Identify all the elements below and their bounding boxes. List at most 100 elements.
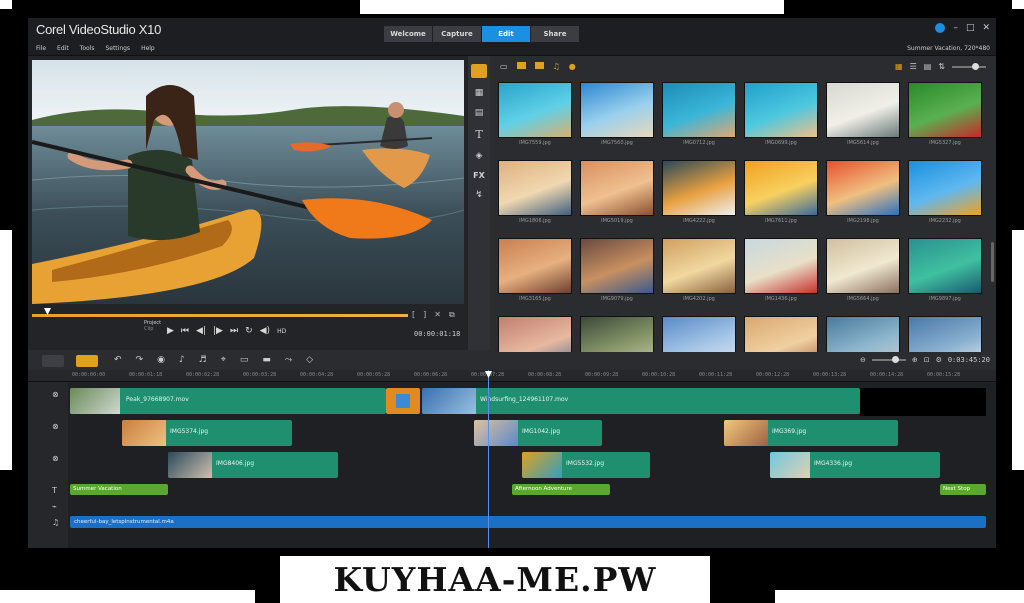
media-thumbnail[interactable]: IMG1806.jpg bbox=[498, 160, 572, 224]
menu-settings[interactable]: Settings bbox=[105, 45, 130, 52]
volume-icon[interactable]: ◀) bbox=[260, 326, 270, 336]
media-thumbnail[interactable]: IMG5664.jpg bbox=[826, 238, 900, 302]
tab-welcome[interactable]: Welcome bbox=[384, 26, 432, 42]
music-track-icon[interactable]: ♫ bbox=[52, 518, 59, 527]
media-thumbnail[interactable]: IMG5327.jpg bbox=[908, 82, 982, 146]
list-view-icon[interactable]: ☰ bbox=[910, 62, 917, 71]
transition-icon[interactable]: ▤ bbox=[475, 108, 484, 118]
settings-icon[interactable]: ⚙ bbox=[936, 356, 942, 364]
motion-tracking-icon[interactable]: ⌖ bbox=[221, 355, 226, 365]
undo-icon[interactable]: ↶ bbox=[114, 355, 122, 365]
media-thumbnail[interactable]: IMG9079.jpg bbox=[580, 238, 654, 302]
path-icon[interactable]: ↯ bbox=[475, 190, 483, 200]
menu-help[interactable]: Help bbox=[141, 45, 155, 52]
voice-track-icon[interactable]: ⌁ bbox=[52, 502, 57, 511]
home-icon[interactable]: ⏮ bbox=[181, 326, 189, 336]
overlay-clip[interactable]: IMG1042.jpg bbox=[474, 420, 602, 446]
graphic-icon[interactable]: ◈ bbox=[476, 151, 483, 161]
mark-in-icon[interactable]: [ bbox=[412, 310, 415, 320]
timecode-display[interactable]: 00:00:01:18 bbox=[414, 330, 460, 338]
media-thumbnail[interactable]: IMG4202.jpg bbox=[662, 238, 736, 302]
repeat-icon[interactable]: ↻ bbox=[245, 326, 253, 336]
timeline-playhead[interactable] bbox=[488, 370, 489, 548]
title-clip[interactable]: Afternoon Adventure bbox=[512, 484, 610, 495]
play-icon[interactable]: ▶ bbox=[167, 326, 174, 336]
media-thumbnail[interactable]: IMG7559.jpg bbox=[498, 82, 572, 146]
tab-edit[interactable]: Edit bbox=[482, 26, 530, 42]
subtitle-editor-icon[interactable]: ▭ bbox=[240, 355, 249, 365]
show-photos-icon[interactable] bbox=[534, 62, 544, 69]
media-thumbnail[interactable]: IMG0712.jpg bbox=[662, 82, 736, 146]
menu-tools[interactable]: Tools bbox=[80, 45, 95, 52]
overlay-track-2-icon[interactable]: ⊗ bbox=[52, 454, 59, 463]
video-clip[interactable]: Peak_97668907.mov bbox=[70, 388, 386, 414]
enlarge-icon[interactable]: ⧉ bbox=[449, 310, 455, 320]
folder-icon[interactable]: ▭ bbox=[500, 62, 508, 71]
hd-icon[interactable]: HD bbox=[277, 328, 286, 335]
media-thumbnail[interactable]: IMG0699.jpg bbox=[744, 82, 818, 146]
overlay-clip[interactable]: IMG4336.jpg bbox=[770, 452, 940, 478]
zoom-in-icon[interactable]: ⊕ bbox=[912, 356, 918, 364]
time-remapping-icon[interactable]: ⤳ bbox=[285, 355, 292, 365]
end-icon[interactable]: ⏭ bbox=[230, 326, 238, 336]
preview-window[interactable] bbox=[32, 60, 464, 304]
prev-frame-icon[interactable]: ◀| bbox=[196, 326, 206, 336]
menu-file[interactable]: File bbox=[36, 45, 46, 52]
timeline-view-button[interactable] bbox=[76, 355, 98, 367]
media-thumbnail[interactable]: IMG2198.jpg bbox=[826, 160, 900, 224]
show-videos-icon[interactable] bbox=[516, 62, 526, 69]
media-thumbnail[interactable]: IMG7611.jpg bbox=[744, 160, 818, 224]
multi-camera-icon[interactable]: ▬ bbox=[262, 355, 271, 365]
sort-icon[interactable]: ⇅ bbox=[938, 62, 945, 71]
mask-creator-icon[interactable]: ◇ bbox=[306, 355, 313, 365]
title-clip[interactable]: Next Stop bbox=[940, 484, 986, 495]
overlay-clip[interactable]: IMG8406.jpg bbox=[168, 452, 338, 478]
show-audio-icon[interactable]: ♫ bbox=[553, 62, 560, 71]
preview-scrub-bar[interactable] bbox=[32, 308, 408, 317]
thumbnail-view-icon[interactable]: ▦ bbox=[895, 62, 903, 71]
music-clip[interactable]: cheerful-bay_letspinstrumental.m4a bbox=[70, 516, 986, 528]
fx-icon[interactable]: FX bbox=[473, 171, 485, 180]
minimize-button[interactable]: – bbox=[953, 23, 958, 33]
media-icon[interactable] bbox=[471, 64, 487, 78]
media-thumbnail[interactable]: IMG9897.jpg bbox=[908, 238, 982, 302]
media-thumbnail[interactable]: IMG5019.jpg bbox=[580, 160, 654, 224]
media-thumbnail[interactable]: IMG1436.jpg bbox=[744, 238, 818, 302]
overlay-clip[interactable]: IMG5374.jpg bbox=[122, 420, 292, 446]
media-thumbnail[interactable]: IMG2232.jpg bbox=[908, 160, 982, 224]
timeline-ruler[interactable]: 00:00:00:00 00:00:01:18 00:00:02:28 00:00:0… bbox=[28, 370, 996, 382]
instant-project-icon[interactable]: ▦ bbox=[475, 88, 484, 98]
sound-mixer-icon[interactable]: ♪ bbox=[179, 355, 185, 365]
mark-out-icon[interactable]: ] bbox=[423, 310, 426, 320]
overlay-clip[interactable]: IMG369.jpg bbox=[724, 420, 898, 446]
redo-icon[interactable]: ↷ bbox=[136, 355, 144, 365]
record-capture-icon[interactable]: ◉ bbox=[157, 355, 165, 365]
fit-project-icon[interactable]: ⊡ bbox=[924, 356, 930, 364]
close-button[interactable]: ✕ bbox=[982, 23, 990, 33]
menu-edit[interactable]: Edit bbox=[57, 45, 69, 52]
transition-clip[interactable] bbox=[386, 388, 420, 414]
title-track-icon[interactable]: T bbox=[52, 486, 57, 495]
import-media-icon[interactable]: ● bbox=[569, 62, 576, 71]
overlay-clip[interactable]: IMG5532.jpg bbox=[522, 452, 650, 478]
media-thumbnail[interactable]: IMG7560.jpg bbox=[580, 82, 654, 146]
media-thumbnail[interactable]: IMG3165.jpg bbox=[498, 238, 572, 302]
zoom-out-icon[interactable]: ⊖ bbox=[860, 356, 866, 364]
split-icon[interactable]: ✕ bbox=[434, 310, 441, 320]
maximize-button[interactable]: □ bbox=[966, 23, 975, 33]
library-scrollbar[interactable] bbox=[991, 242, 994, 282]
media-thumbnail[interactable]: IMG4222.jpg bbox=[662, 160, 736, 224]
auto-music-icon[interactable]: ♬ bbox=[199, 355, 207, 365]
next-frame-icon[interactable]: |▶ bbox=[213, 326, 223, 336]
thumbnail-size-slider[interactable] bbox=[952, 62, 986, 70]
video-track-icon[interactable]: ⊗ bbox=[52, 390, 59, 399]
tab-capture[interactable]: Capture bbox=[433, 26, 481, 42]
details-view-icon[interactable]: ▤ bbox=[924, 62, 932, 71]
media-thumbnail[interactable]: IMG5614.jpg bbox=[826, 82, 900, 146]
help-icon[interactable] bbox=[935, 23, 946, 33]
tab-share[interactable]: Share bbox=[531, 26, 579, 42]
title-icon[interactable]: T bbox=[475, 128, 482, 141]
overlay-track-1-icon[interactable]: ⊗ bbox=[52, 422, 59, 431]
storyboard-view-button[interactable] bbox=[42, 355, 64, 367]
title-clip[interactable]: Summer Vacation bbox=[70, 484, 168, 495]
